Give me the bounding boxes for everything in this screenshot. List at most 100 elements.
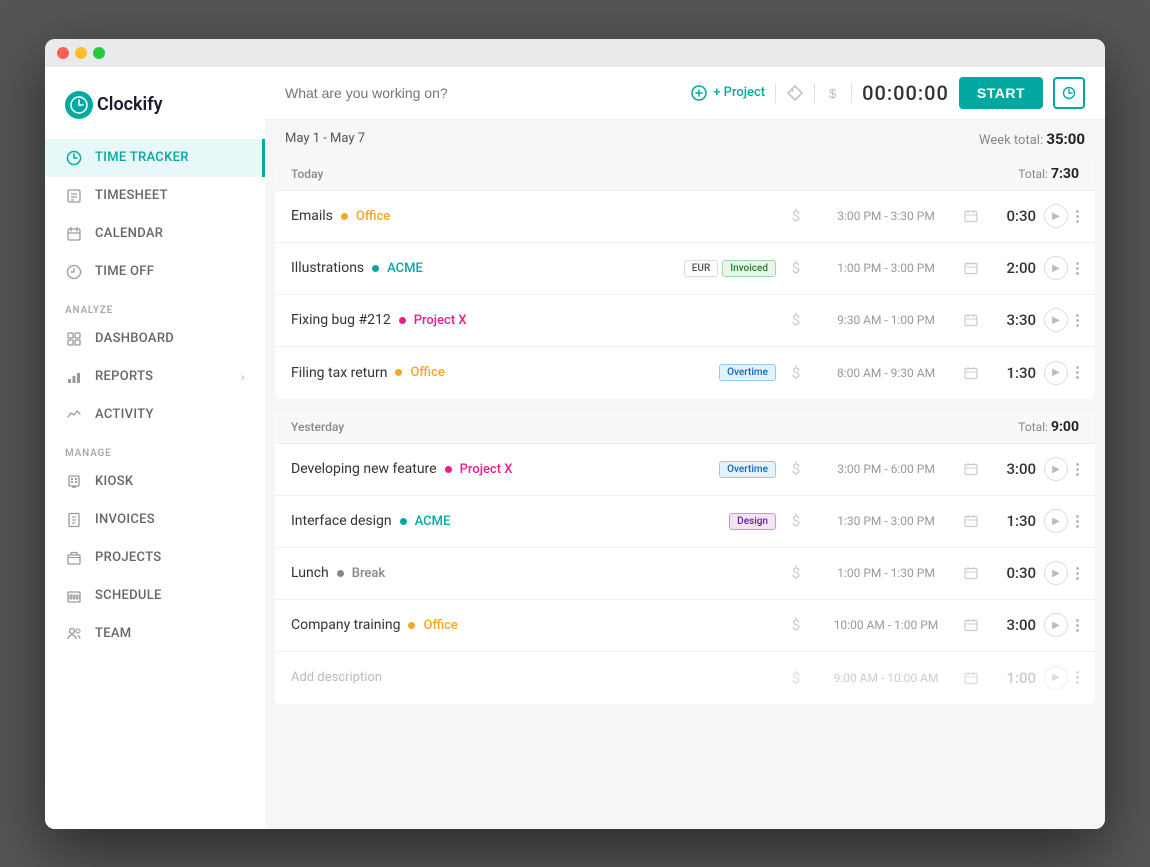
manage-section-label: MANAGE bbox=[45, 434, 265, 463]
project-dot bbox=[395, 369, 402, 376]
entry-text: Fixing bug #212 bbox=[291, 312, 391, 328]
entry-text: Company training bbox=[291, 617, 400, 633]
play-button[interactable]: ▶ bbox=[1044, 204, 1068, 228]
entry-billable-icon[interactable]: $ bbox=[784, 364, 808, 382]
main-area: + Project $ 00:00:00 START bbox=[265, 67, 1105, 829]
play-button[interactable]: ▶ bbox=[1044, 613, 1068, 637]
time-group-yesterday: Yesterday Total: 9:00 Developing new fea… bbox=[275, 411, 1095, 704]
project-dot bbox=[408, 622, 415, 629]
time-tracker-label: TIME TRACKER bbox=[95, 150, 189, 165]
calendar-icon[interactable] bbox=[964, 261, 988, 275]
sidebar-item-timesheet[interactable]: TIMESHEET bbox=[45, 177, 265, 215]
maximize-button[interactable] bbox=[93, 47, 105, 59]
calendar-icon[interactable] bbox=[964, 618, 988, 632]
entry-billable-icon[interactable]: $ bbox=[784, 669, 808, 687]
sidebar-item-kiosk[interactable]: KIOSK bbox=[45, 463, 265, 501]
calendar-icon bbox=[65, 225, 83, 243]
play-button[interactable]: ▶ bbox=[1044, 666, 1068, 690]
entry-description: Illustrations ACME bbox=[291, 260, 676, 276]
add-description-placeholder[interactable]: Add description bbox=[291, 670, 382, 685]
sidebar-item-time-off[interactable]: TIME OFF bbox=[45, 253, 265, 291]
dollar-icon[interactable]: $ bbox=[825, 85, 841, 101]
more-button[interactable] bbox=[1076, 210, 1079, 223]
calendar-icon[interactable] bbox=[964, 671, 988, 685]
entry-duration: 1:00 bbox=[996, 669, 1036, 687]
entry-project: Office bbox=[410, 365, 444, 380]
sidebar-item-reports[interactable]: REPORTS › bbox=[45, 358, 265, 396]
entry-description: Interface design ACME bbox=[291, 513, 721, 529]
logo: Clockify bbox=[45, 83, 265, 139]
sidebar-item-schedule[interactable]: SCHEDULE bbox=[45, 577, 265, 615]
entry-billable-icon[interactable]: $ bbox=[784, 311, 808, 329]
add-project-button[interactable]: + Project bbox=[691, 85, 765, 101]
entry-duration: 0:30 bbox=[996, 564, 1036, 582]
group-date-yesterday: Yesterday bbox=[291, 420, 344, 434]
table-row: Illustrations ACME EUR Invoiced $ 1:00 P… bbox=[275, 243, 1095, 295]
sidebar-item-projects[interactable]: PROJECTS bbox=[45, 539, 265, 577]
more-button[interactable] bbox=[1076, 262, 1079, 275]
entry-billable-icon[interactable]: $ bbox=[784, 616, 808, 634]
more-button[interactable] bbox=[1076, 366, 1079, 379]
group-header-today: Today Total: 7:30 bbox=[275, 158, 1095, 191]
entry-duration: 3:00 bbox=[996, 616, 1036, 634]
reports-arrow-icon: › bbox=[241, 370, 245, 384]
table-row: Emails Office $ 3:00 PM - 3:30 PM 0:30 ▶ bbox=[275, 191, 1095, 243]
more-button[interactable] bbox=[1076, 671, 1079, 684]
date-range-bar: May 1 - May 7 Week total: 35:00 bbox=[265, 120, 1105, 158]
sidebar-item-dashboard[interactable]: DASHBOARD bbox=[45, 320, 265, 358]
sidebar-item-time-tracker[interactable]: TIME TRACKER bbox=[45, 139, 265, 177]
play-button[interactable]: ▶ bbox=[1044, 457, 1068, 481]
calendar-icon[interactable] bbox=[964, 462, 988, 476]
time-off-icon bbox=[65, 263, 83, 281]
entry-billable-icon[interactable]: $ bbox=[784, 460, 808, 478]
close-button[interactable] bbox=[57, 47, 69, 59]
tag-icon[interactable] bbox=[786, 84, 804, 102]
team-label: TEAM bbox=[95, 626, 131, 641]
calendar-icon[interactable] bbox=[964, 313, 988, 327]
tag-badge-eur: EUR bbox=[684, 260, 719, 277]
play-button[interactable]: ▶ bbox=[1044, 509, 1068, 533]
minimize-button[interactable] bbox=[75, 47, 87, 59]
entry-billable-icon[interactable]: $ bbox=[784, 512, 808, 530]
start-button[interactable]: START bbox=[959, 77, 1043, 109]
play-button[interactable]: ▶ bbox=[1044, 561, 1068, 585]
more-button[interactable] bbox=[1076, 463, 1079, 476]
entry-billable-icon[interactable]: $ bbox=[784, 207, 808, 225]
sidebar-item-team[interactable]: TEAM bbox=[45, 615, 265, 653]
more-button[interactable] bbox=[1076, 567, 1079, 580]
calendar-icon[interactable] bbox=[964, 566, 988, 580]
more-button[interactable] bbox=[1076, 619, 1079, 632]
sidebar-item-calendar[interactable]: CALENDAR bbox=[45, 215, 265, 253]
entry-description: Filing tax return Office bbox=[291, 365, 711, 381]
entry-description: Company training Office bbox=[291, 617, 768, 633]
play-button[interactable]: ▶ bbox=[1044, 256, 1068, 280]
table-row: Filing tax return Office Overtime $ 8:00… bbox=[275, 347, 1095, 399]
svg-text:$: $ bbox=[829, 86, 837, 101]
tag-badge-overtime: Overtime bbox=[719, 364, 776, 381]
entry-description: Add description bbox=[291, 670, 768, 685]
logo-icon bbox=[65, 91, 93, 119]
search-input[interactable] bbox=[285, 85, 681, 101]
entry-description: Fixing bug #212 Project X bbox=[291, 312, 768, 328]
entry-billable-icon[interactable]: $ bbox=[784, 259, 808, 277]
play-button[interactable]: ▶ bbox=[1044, 361, 1068, 385]
calendar-icon[interactable] bbox=[964, 209, 988, 223]
tag-badge-invoiced: Invoiced bbox=[722, 260, 776, 277]
entry-duration: 3:00 bbox=[996, 460, 1036, 478]
play-button[interactable]: ▶ bbox=[1044, 308, 1068, 332]
dashboard-label: DASHBOARD bbox=[95, 331, 174, 346]
entry-time-range: 8:00 AM - 9:30 AM bbox=[816, 366, 956, 380]
entry-text: Filing tax return bbox=[291, 365, 387, 381]
calendar-icon[interactable] bbox=[964, 514, 988, 528]
sidebar-item-activity[interactable]: ACTIVITY bbox=[45, 396, 265, 434]
project-dot bbox=[341, 213, 348, 220]
table-row: Lunch Break $ 1:00 PM - 1:30 PM 0:30 ▶ bbox=[275, 548, 1095, 600]
entry-billable-icon[interactable]: $ bbox=[784, 564, 808, 582]
timer-mode-button[interactable] bbox=[1053, 77, 1085, 109]
calendar-icon[interactable] bbox=[964, 366, 988, 380]
more-button[interactable] bbox=[1076, 515, 1079, 528]
activity-label: ACTIVITY bbox=[95, 407, 154, 422]
sidebar-item-invoices[interactable]: INVOICES bbox=[45, 501, 265, 539]
table-row: Company training Office $ 10:00 AM - 1:0… bbox=[275, 600, 1095, 652]
more-button[interactable] bbox=[1076, 314, 1079, 327]
